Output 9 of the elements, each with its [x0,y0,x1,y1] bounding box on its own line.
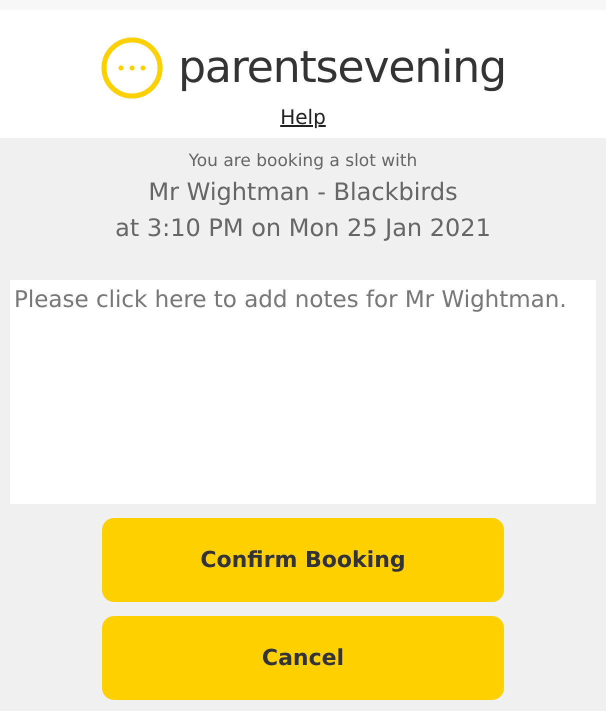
logo-icon [100,36,164,100]
teacher-name: Mr Wightman - Blackbirds [148,177,458,208]
notes-field[interactable]: Please click here to add notes for Mr Wightman. [10,280,596,504]
booking-intro: You are booking a slot with [188,150,418,173]
confirm-button[interactable]: Confirm Booking [102,518,504,602]
cancel-button[interactable]: Cancel [102,616,504,700]
brand-name: parentsevening [178,46,506,90]
booking-time: at 3:10 PM on Mon 25 Jan 2021 [115,213,491,244]
help-link[interactable]: Help [280,102,326,132]
